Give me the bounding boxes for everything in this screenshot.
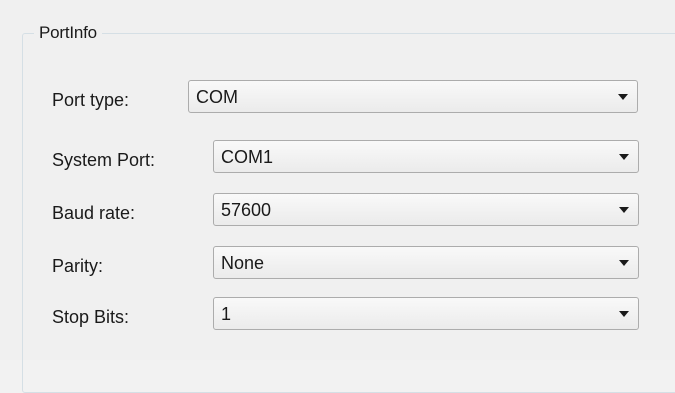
parity-dropdown[interactable]: None xyxy=(213,246,639,279)
system-port-dropdown[interactable]: COM1 xyxy=(213,140,639,173)
baud-rate-value: 57600 xyxy=(221,200,272,220)
chevron-down-icon[interactable] xyxy=(619,311,629,317)
stop-bits-dropdown[interactable]: 1 xyxy=(213,297,639,330)
chevron-down-icon[interactable] xyxy=(619,154,629,160)
stop-bits-value: 1 xyxy=(221,304,232,324)
chevron-down-icon[interactable] xyxy=(619,207,629,213)
chevron-down-icon[interactable] xyxy=(618,94,628,100)
port-type-label: Port type: xyxy=(52,90,130,110)
group-title: PortInfo xyxy=(34,22,102,44)
port-type-dropdown[interactable]: COM xyxy=(188,80,638,113)
baud-rate-label: Baud rate: xyxy=(52,203,136,223)
port-settings-panel: PortInfo Port type: COM System Port: COM… xyxy=(0,0,675,393)
system-port-value: COM1 xyxy=(221,147,274,167)
system-port-label: System Port: xyxy=(52,150,156,170)
parity-label: Parity: xyxy=(52,256,104,276)
stop-bits-label: Stop Bits: xyxy=(52,307,130,327)
port-type-value: COM xyxy=(196,87,238,107)
baud-rate-dropdown[interactable]: 57600 xyxy=(213,193,639,226)
chevron-down-icon[interactable] xyxy=(619,260,629,266)
parity-value: None xyxy=(221,253,265,273)
